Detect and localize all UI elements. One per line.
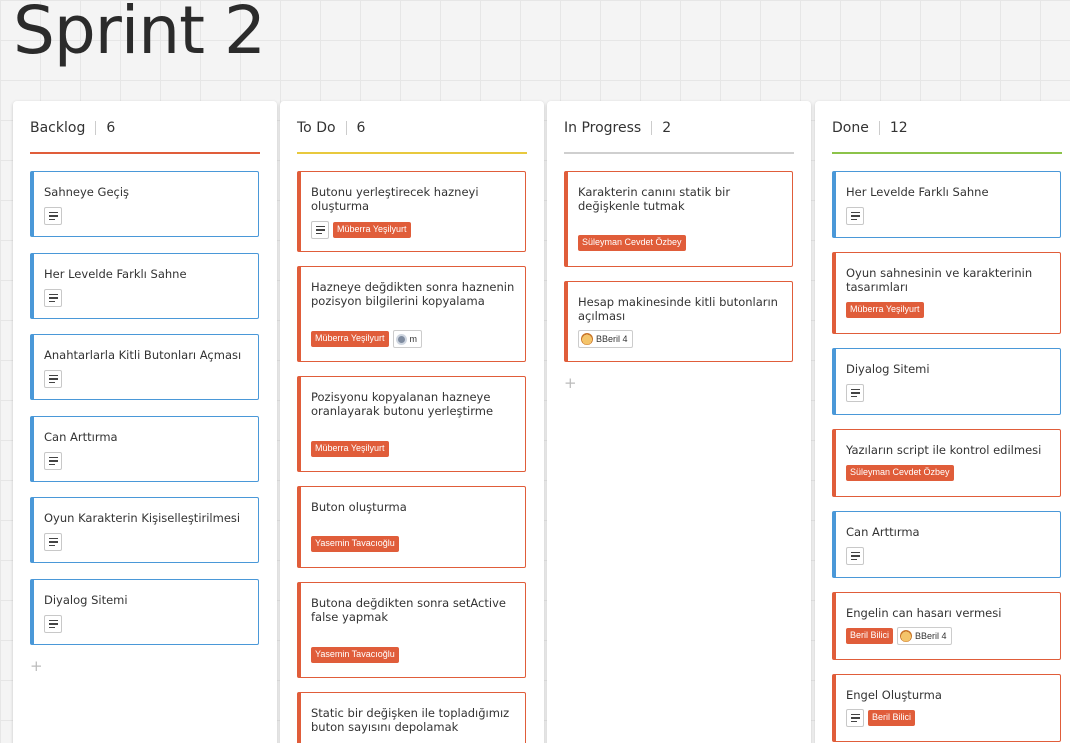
header-divider	[651, 121, 653, 135]
card[interactable]: Butonu yerleştirecek hazneyi oluşturma M…	[297, 171, 526, 252]
card-title: Her Levelde Farklı Sahne	[846, 185, 989, 199]
description-icon	[44, 615, 62, 633]
user-name: BBeril 4	[596, 334, 628, 344]
card-title: Diyalog Sitemi	[846, 362, 930, 376]
add-card-button[interactable]: +	[30, 657, 43, 675]
assignee-label[interactable]: Yasemin Tavacıoğlu	[311, 647, 399, 663]
header-divider	[95, 121, 97, 135]
card-title: Butonu yerleştirecek hazneyi oluşturma	[311, 185, 479, 213]
card[interactable]: Butona değdikten sonra setActive false y…	[297, 582, 526, 678]
column-header[interactable]: In Progress 2	[564, 119, 671, 137]
column-header[interactable]: Done 12	[832, 119, 908, 137]
user-chip[interactable]: BBeril 4	[578, 330, 633, 348]
column-count: 6	[106, 120, 116, 136]
card[interactable]: Oyun sahnesinin ve karakterinin tasarıml…	[832, 252, 1061, 334]
column-color-line	[564, 152, 794, 154]
card[interactable]: Oyun Karakterin Kişiselleştirilmesi	[30, 497, 259, 563]
column-color-line	[832, 152, 1062, 154]
description-icon	[311, 221, 329, 239]
description-icon	[44, 452, 62, 470]
card-title: Hazneye değdikten sonra haznenin pozisyo…	[311, 280, 515, 308]
description-icon	[44, 289, 62, 307]
description-icon	[44, 533, 62, 551]
assignee-label[interactable]: Beril Bilici	[868, 710, 916, 726]
card-title: Buton oluşturma	[311, 500, 407, 514]
assignee-label[interactable]: Süleyman Cevdet Özbey	[846, 465, 954, 481]
card[interactable]: Static bir değişken ile topladığımız but…	[297, 692, 526, 743]
column-count: 2	[662, 120, 672, 136]
card-title: Karakterin canını statik bir değişkenle …	[578, 185, 731, 213]
description-icon	[846, 384, 864, 402]
emoji-avatar-icon	[581, 333, 593, 345]
card-title: Engel Oluşturma	[846, 688, 942, 702]
card[interactable]: Hazneye değdikten sonra haznenin pozisyo…	[297, 266, 526, 362]
card[interactable]: Engelin can hasarı vermesi Beril Bilici …	[832, 592, 1061, 660]
card-title: Oyun Karakterin Kişiselleştirilmesi	[44, 511, 241, 525]
card-title: Hesap makinesinde kitli butonların açılm…	[578, 295, 778, 323]
card[interactable]: Can Arttırma	[832, 511, 1061, 578]
add-card-button[interactable]: +	[564, 374, 577, 392]
card-title: Her Levelde Farklı Sahne	[44, 267, 187, 281]
card[interactable]: Her Levelde Farklı Sahne	[30, 253, 259, 319]
card-title: Engelin can hasarı vermesi	[846, 606, 1002, 620]
column-name: Backlog	[30, 120, 86, 136]
gray-avatar-icon	[395, 333, 407, 345]
card-title: Oyun sahnesinin ve karakterinin tasarıml…	[846, 266, 1033, 294]
card-title: Static bir değişken ile topladığımız but…	[311, 706, 510, 734]
column-count: 6	[356, 120, 366, 136]
user-name: BBeril 4	[915, 631, 947, 641]
column-name: To Do	[297, 120, 336, 136]
user-name: m	[409, 334, 418, 344]
card-title: Can Arttırma	[846, 525, 920, 539]
card[interactable]: Buton oluşturma Yasemin Tavacıoğlu	[297, 486, 526, 568]
card[interactable]: Yazıların script ile kontrol edilmesi Sü…	[832, 429, 1061, 497]
column-todo: To Do 6 Butonu yerleştirecek hazneyi olu…	[280, 101, 544, 743]
assignee-label[interactable]: Süleyman Cevdet Özbey	[578, 235, 686, 251]
column-name: In Progress	[564, 120, 642, 136]
column-backlog: Backlog 6 Sahneye Geçiş Her Levelde Fark…	[13, 101, 277, 743]
card[interactable]: Diyalog Sitemi	[30, 579, 259, 645]
card[interactable]: Diyalog Sitemi	[832, 348, 1061, 415]
assignee-label[interactable]: Müberra Yeşilyurt	[311, 331, 389, 347]
column-color-line	[297, 152, 527, 154]
assignee-label[interactable]: Yasemin Tavacıoğlu	[311, 536, 399, 552]
assignee-label[interactable]: Müberra Yeşilyurt	[846, 302, 924, 318]
card[interactable]: Anahtarlarla Kitli Butonları Açması	[30, 334, 259, 400]
description-icon	[846, 709, 864, 727]
column-header[interactable]: To Do 6	[297, 119, 365, 137]
column-in-progress: In Progress 2 Karakterin canını statik b…	[547, 101, 811, 743]
card[interactable]: Can Arttırma	[30, 416, 259, 482]
user-chip[interactable]: BBeril 4	[897, 627, 952, 645]
board-title: Sprint 2	[13, 0, 266, 69]
card[interactable]: Her Levelde Farklı Sahne	[832, 171, 1061, 238]
card-title: Anahtarlarla Kitli Butonları Açması	[44, 348, 242, 362]
card[interactable]: Hesap makinesinde kitli butonların açılm…	[564, 281, 793, 362]
card-title: Butona değdikten sonra setActive false y…	[311, 596, 506, 624]
card[interactable]: Sahneye Geçiş	[30, 171, 259, 237]
description-icon	[44, 370, 62, 388]
card-title: Pozisyonu kopyalanan hazneye oranlayarak…	[311, 390, 494, 418]
column-name: Done	[832, 120, 869, 136]
card-title: Sahneye Geçiş	[44, 185, 130, 199]
column-header[interactable]: Backlog 6	[30, 119, 115, 137]
column-color-line	[30, 152, 260, 154]
emoji-avatar-icon	[900, 630, 913, 642]
card-title: Can Arttırma	[44, 430, 118, 444]
assignee-label[interactable]: Müberra Yeşilyurt	[333, 222, 411, 238]
header-divider	[345, 121, 347, 135]
card-title: Diyalog Sitemi	[44, 593, 128, 607]
assignee-label[interactable]: Beril Bilici	[846, 628, 894, 644]
column-done: Done 12 Her Levelde Farklı Sahne Oyun sa…	[815, 101, 1070, 743]
assignee-label[interactable]: Müberra Yeşilyurt	[311, 441, 389, 457]
card[interactable]: Pozisyonu kopyalanan hazneye oranlayarak…	[297, 376, 526, 472]
card-title: Yazıların script ile kontrol edilmesi	[846, 443, 1042, 457]
card[interactable]: Engel Oluşturma Beril Bilici	[832, 674, 1061, 742]
header-divider	[878, 121, 880, 135]
description-icon	[44, 207, 62, 225]
card[interactable]: Karakterin canını statik bir değişkenle …	[564, 171, 793, 267]
column-count: 12	[889, 120, 908, 136]
description-icon	[846, 207, 864, 225]
description-icon	[846, 547, 864, 565]
user-chip[interactable]: m	[392, 330, 423, 348]
